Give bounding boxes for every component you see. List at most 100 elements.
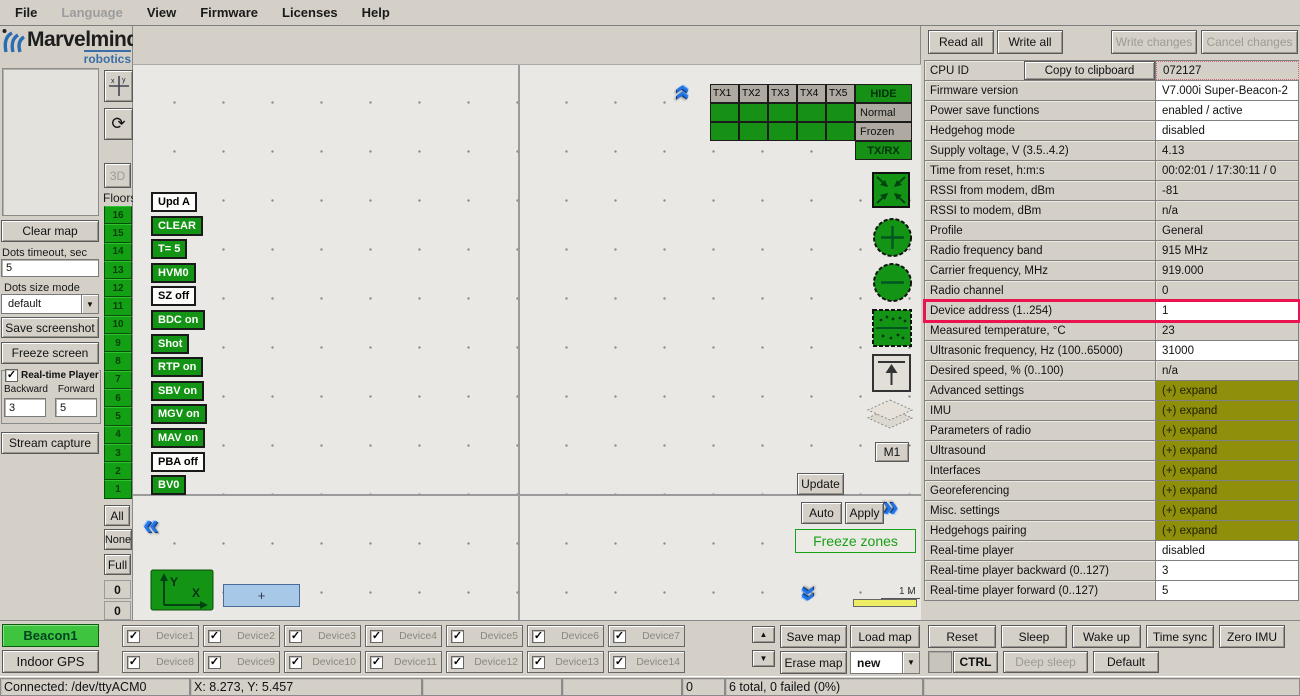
device-cell-device13[interactable]: ✓Device13: [527, 651, 604, 673]
device-cell-device14[interactable]: ✓Device14: [608, 651, 685, 673]
chevron-down-icon[interactable]: ▼: [902, 652, 919, 673]
floor-button-8[interactable]: 8: [104, 352, 132, 370]
forward-input[interactable]: 5: [55, 398, 97, 417]
pan-up-chevron-icon[interactable]: «: [670, 84, 698, 100]
dots-list-box[interactable]: [2, 68, 99, 216]
device-cell-device10[interactable]: ✓Device10: [284, 651, 361, 673]
device-cell-device8[interactable]: ✓Device8: [122, 651, 199, 673]
floor-button-12[interactable]: 12: [104, 279, 132, 297]
menu-language[interactable]: Language: [50, 1, 133, 24]
device-checkbox[interactable]: ✓: [451, 656, 464, 669]
rotate-map-button[interactable]: ⟳: [104, 108, 133, 140]
erase-map-button[interactable]: Erase map: [780, 651, 847, 674]
floors-full-button[interactable]: Full: [104, 554, 131, 575]
mode-button-hvm0[interactable]: HVM0: [151, 263, 196, 283]
devices-scroll-down-button[interactable]: ▼: [752, 650, 775, 667]
fit-to-screen-button[interactable]: [872, 172, 910, 211]
mode-button-bv0[interactable]: BV0: [151, 475, 186, 495]
param-value[interactable]: 915 MHz: [1156, 241, 1299, 260]
write-all-button[interactable]: Write all: [997, 30, 1063, 54]
apply-button[interactable]: Apply: [845, 502, 884, 524]
tx-cell-normal-tx4[interactable]: [797, 103, 826, 122]
floor-button-9[interactable]: 9: [104, 334, 132, 352]
indoor-gps-tab-button[interactable]: Indoor GPS: [2, 650, 99, 673]
tx-cell-normal-tx1[interactable]: [710, 103, 739, 122]
floor-button-13[interactable]: 13: [104, 261, 132, 279]
dots-size-mode-select[interactable]: default ▼: [1, 294, 99, 314]
device-checkbox[interactable]: ✓: [127, 630, 140, 643]
device-cell-device6[interactable]: ✓Device6: [527, 625, 604, 647]
deep-sleep-button[interactable]: Deep sleep: [1003, 651, 1088, 673]
menu-file[interactable]: File: [4, 1, 48, 24]
menu-firmware[interactable]: Firmware: [189, 1, 269, 24]
param-value[interactable]: 00:02:01 / 17:30:11 / 0: [1156, 161, 1299, 180]
show-dots-button[interactable]: [872, 309, 912, 350]
sleep-button[interactable]: Sleep: [1001, 625, 1067, 648]
align-top-button[interactable]: [872, 354, 911, 395]
param-value[interactable]: General: [1156, 221, 1299, 240]
param-value[interactable]: (+) expand: [1156, 381, 1299, 400]
chevron-down-icon[interactable]: ▼: [81, 295, 98, 313]
device-checkbox[interactable]: ✓: [532, 630, 545, 643]
mode-button-pba-off[interactable]: PBA off: [151, 452, 205, 472]
device-cell-device7[interactable]: ✓Device7: [608, 625, 685, 647]
floor-button-16[interactable]: 16: [104, 206, 132, 224]
device-checkbox[interactable]: ✓: [451, 630, 464, 643]
param-value[interactable]: n/a: [1156, 361, 1299, 380]
dots-timeout-input[interactable]: 5: [1, 259, 99, 277]
tx-hide-button[interactable]: HIDE: [855, 84, 912, 103]
map-area[interactable]: « « « « TX1TX2TX3TX4TX5HIDENormalFrozenT…: [133, 26, 921, 620]
device-cell-device12[interactable]: ✓Device12: [446, 651, 523, 673]
param-value[interactable]: 3: [1156, 561, 1299, 580]
floor-button-6[interactable]: 6: [104, 389, 132, 407]
mode-button-clear[interactable]: CLEAR: [151, 216, 203, 236]
reset-button[interactable]: Reset: [928, 625, 996, 648]
menu-view[interactable]: View: [136, 1, 187, 24]
param-value[interactable]: 23: [1156, 321, 1299, 340]
write-changes-button[interactable]: Write changes: [1111, 30, 1197, 54]
param-value[interactable]: (+) expand: [1156, 401, 1299, 420]
mode-button-sz-off[interactable]: SZ off: [151, 286, 196, 306]
update-button[interactable]: Update: [797, 473, 844, 495]
mode-button-mav-on[interactable]: MAV on: [151, 428, 205, 448]
default-button[interactable]: Default: [1093, 651, 1159, 673]
tx-cell-frozen-tx3[interactable]: [768, 122, 797, 141]
device-checkbox[interactable]: ✓: [289, 656, 302, 669]
param-value[interactable]: enabled / active: [1156, 101, 1299, 120]
param-value[interactable]: (+) expand: [1156, 501, 1299, 520]
devices-scroll-up-button[interactable]: ▲: [752, 626, 775, 643]
param-value[interactable]: V7.000i Super-Beacon-2: [1156, 81, 1299, 100]
mode-button-bdc-on[interactable]: BDC on: [151, 310, 205, 330]
tx-channels-table[interactable]: TX1TX2TX3TX4TX5HIDENormalFrozenTX/RX: [710, 84, 912, 160]
device-cell-device1[interactable]: ✓Device1: [122, 625, 199, 647]
ctrl-button[interactable]: CTRL: [953, 651, 998, 673]
save-map-button[interactable]: Save map: [780, 625, 847, 648]
param-value[interactable]: (+) expand: [1156, 441, 1299, 460]
mode-button-shot[interactable]: Shot: [151, 334, 189, 354]
floor-button-5[interactable]: 5: [104, 407, 132, 425]
device-cell-device4[interactable]: ✓Device4: [365, 625, 442, 647]
menu-licenses[interactable]: Licenses: [271, 1, 349, 24]
backward-input[interactable]: 3: [4, 398, 46, 417]
tx-cell-frozen-tx4[interactable]: [797, 122, 826, 141]
floor-button-1[interactable]: 1: [104, 480, 132, 498]
mode-button-mgv-on[interactable]: MGV on: [151, 404, 207, 424]
freeze-zones-button[interactable]: Freeze zones: [795, 529, 916, 553]
param-value[interactable]: n/a: [1156, 201, 1299, 220]
device-cell-device2[interactable]: ✓Device2: [203, 625, 280, 647]
param-value[interactable]: 1: [1156, 301, 1299, 320]
floor-button-15[interactable]: 15: [104, 224, 132, 242]
floor-button-14[interactable]: 14: [104, 243, 132, 261]
device-cell-device5[interactable]: ✓Device5: [446, 625, 523, 647]
zero-imu-button[interactable]: Zero IMU: [1219, 625, 1285, 648]
submap-rectangle[interactable]: +: [223, 584, 300, 607]
tx-cell-normal-tx5[interactable]: [826, 103, 855, 122]
floors-none-button[interactable]: None: [104, 529, 132, 550]
tx-cell-frozen-tx1[interactable]: [710, 122, 739, 141]
wake-up-button[interactable]: Wake up: [1072, 625, 1141, 648]
layers-button[interactable]: [864, 396, 916, 441]
device-checkbox[interactable]: ✓: [532, 656, 545, 669]
param-value[interactable]: -81: [1156, 181, 1299, 200]
stream-capture-button[interactable]: Stream capture: [1, 432, 99, 454]
freeze-screen-button[interactable]: Freeze screen: [1, 342, 99, 364]
